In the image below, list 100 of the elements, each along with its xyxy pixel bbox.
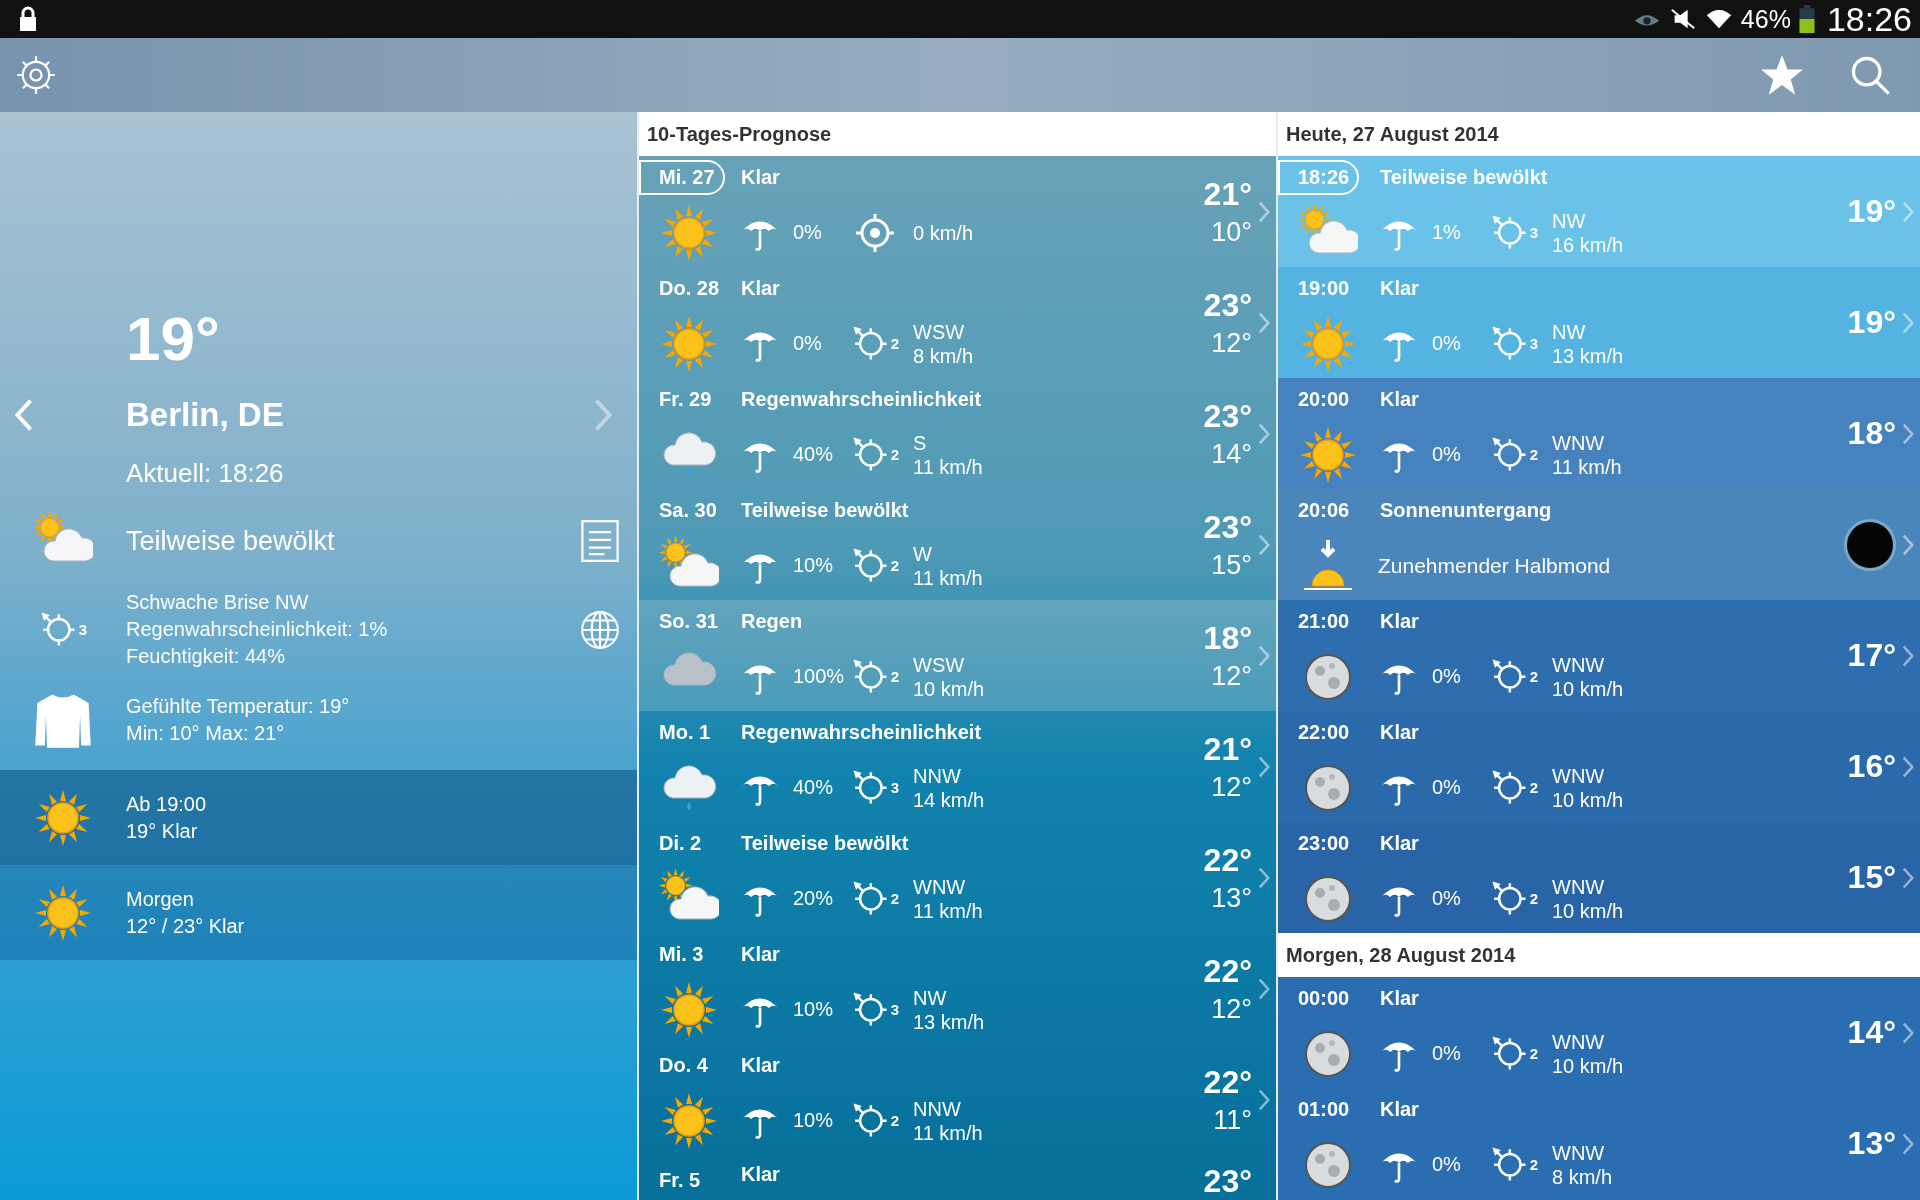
wind-direction: NNW — [913, 1096, 962, 1121]
wind-speed: 0 km/h — [913, 220, 974, 245]
temperature: 16° — [1847, 748, 1896, 785]
chevron-right-icon[interactable] — [1902, 755, 1914, 778]
wind-compass: 2 — [1490, 1140, 1538, 1189]
low-temperature: 14° — [1211, 438, 1252, 470]
chevron-right-icon[interactable] — [1258, 533, 1270, 556]
wind-speed: 11 km/h — [913, 1120, 983, 1145]
chevron-right-icon[interactable] — [1902, 866, 1914, 889]
moon-phase-icon — [1844, 518, 1896, 571]
day-label: Sa. 30 — [658, 497, 718, 523]
star-icon[interactable] — [1760, 53, 1804, 97]
time-label: 22:00 — [1297, 719, 1351, 745]
outlook-row[interactable]: Morgen 12° / 23° Klar — [0, 865, 637, 960]
temperature: 13° — [1847, 1125, 1896, 1162]
condition-text: Klar — [1379, 986, 1420, 1010]
rain-chance: 10% — [793, 1109, 835, 1132]
chevron-right-icon[interactable] — [1258, 644, 1270, 667]
chevron-right-icon[interactable] — [1258, 200, 1270, 223]
chevron-right-icon[interactable] — [1258, 977, 1270, 1000]
chevron-right-icon[interactable] — [1902, 422, 1914, 445]
wind-compass: 2 — [851, 319, 899, 368]
wind-direction: S — [913, 430, 928, 455]
temperature: 18° — [1847, 415, 1896, 452]
chevron-right-icon[interactable] — [1902, 311, 1914, 334]
wind-speed: 10 km/h — [1552, 898, 1624, 923]
outlook-text: 19° Klar — [126, 819, 199, 843]
day-label: Fr. 29 — [658, 386, 713, 412]
low-temperature: 12° — [1211, 993, 1252, 1025]
chevron-right-icon[interactable] — [1902, 533, 1914, 556]
day-label: Do. 4 — [658, 1052, 709, 1078]
weather-detail: Regenwahrscheinlichkeit: 1% — [126, 618, 389, 641]
wind-speed: 10 km/h — [1552, 1053, 1624, 1078]
hour-row[interactable]: 20:06 Sonnenuntergang Zunehmender Halbmond — [1278, 489, 1920, 600]
time-label: 20:00 — [1297, 386, 1351, 412]
high-temperature: 22° — [1203, 952, 1252, 990]
wind-compass: 2 — [851, 874, 899, 923]
wifi-icon — [1704, 7, 1733, 31]
high-temperature: 23° — [1203, 508, 1252, 546]
chevron-right-icon[interactable] — [1258, 866, 1270, 889]
day-label: So. 31 — [658, 608, 719, 634]
condition-text: Klar — [1379, 720, 1420, 744]
condition-text: Klar — [740, 942, 781, 966]
chevron-right-icon[interactable] — [1902, 1021, 1914, 1044]
chevron-right-icon[interactable] — [1258, 422, 1270, 445]
battery-percent: 46% — [1740, 4, 1791, 34]
rain-chance: 20% — [793, 887, 835, 910]
feels-like-text: Min: 10° Max: 21° — [126, 722, 286, 745]
wind-speed: 10 km/h — [1552, 676, 1624, 701]
condition-text: Teilweise bewölkt — [1379, 165, 1549, 189]
wind-direction: WNW — [1552, 430, 1606, 455]
time-label: 20:06 — [1297, 497, 1351, 523]
high-temperature: 23° — [1203, 397, 1252, 435]
wind-direction: WNW — [1552, 1029, 1606, 1054]
wind-compass: 2 — [1490, 1029, 1538, 1078]
temperature: 17° — [1847, 637, 1896, 674]
chevron-right-icon[interactable] — [1258, 311, 1270, 334]
condition-text: Regenwahrscheinlichkeit — [740, 720, 983, 744]
weather-detail: Schwache Brise NW — [126, 591, 310, 614]
wind-compass: 3 — [851, 763, 899, 812]
wind-compass: 2 — [851, 430, 899, 479]
chevron-right-icon[interactable] — [1902, 1132, 1914, 1155]
high-temperature: 23° — [1203, 1163, 1252, 1200]
wind-speed: 8 km/h — [913, 343, 974, 368]
condition-text: Klar — [1379, 831, 1420, 855]
condition-text: Klar — [1379, 387, 1420, 411]
day-label: Mi. 3 — [658, 941, 705, 967]
wind-direction: WNW — [1552, 763, 1606, 788]
chevron-right-icon[interactable] — [1258, 755, 1270, 778]
chevron-right-icon[interactable] — [1902, 644, 1914, 667]
condition-text: Klar — [740, 1053, 781, 1077]
forecast-row[interactable]: Mi. 27 Klar 0% 0 km/h 21° 10° — [639, 156, 1276, 267]
low-temperature: 12° — [1211, 327, 1252, 359]
chevron-right-icon[interactable] — [593, 398, 613, 432]
wind-speed: 13 km/h — [1552, 343, 1624, 368]
current-temperature: 19° — [126, 308, 221, 370]
condition-text: Klar — [740, 1163, 781, 1186]
rain-chance: 0% — [1432, 1153, 1462, 1176]
day-label: Mo. 1 — [658, 719, 712, 745]
forecast-row[interactable]: Fr. 5 Klar 23° — [639, 1155, 1276, 1199]
clock: 18:26 — [1826, 0, 1912, 39]
list-icon[interactable] — [579, 519, 621, 563]
low-temperature: 12° — [1211, 660, 1252, 692]
settings-icon[interactable] — [14, 53, 58, 97]
outlook-text: 12° / 23° Klar — [126, 914, 246, 938]
wind-compass: 3 — [1490, 208, 1538, 257]
chevron-right-icon[interactable] — [1258, 1088, 1270, 1111]
chevron-right-icon[interactable] — [1902, 200, 1914, 223]
chevron-left-icon[interactable] — [14, 398, 34, 432]
rain-chance: 100% — [793, 665, 846, 688]
rain-chance: 40% — [793, 443, 835, 466]
battery-icon — [1798, 5, 1815, 33]
outlook-title: Morgen — [126, 887, 195, 911]
rain-chance: 0% — [1432, 887, 1462, 910]
condition-text: Regen — [740, 609, 804, 633]
outlook-row[interactable]: Ab 19:00 19° Klar — [0, 770, 637, 865]
rain-chance: 0% — [1432, 332, 1462, 355]
feels-like-text: Gefühlte Temperatur: 19° — [126, 695, 351, 718]
wind-speed: 16 km/h — [1552, 232, 1624, 257]
weather-detail: Feuchtigkeit: 44% — [126, 645, 286, 668]
